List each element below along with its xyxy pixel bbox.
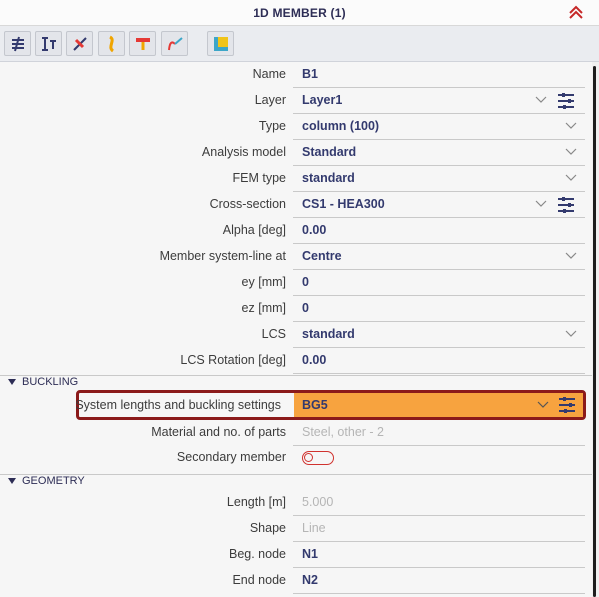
- split-icon: [168, 37, 183, 51]
- panel-title: 1D MEMBER (1): [253, 6, 346, 20]
- property-label: Beg. node: [229, 547, 286, 561]
- curve-button[interactable]: [98, 31, 125, 56]
- fem-type-select[interactable]: standard: [293, 166, 585, 192]
- property-row-shape: Shape Line: [0, 516, 592, 542]
- property-row-end-node: End node N2: [0, 568, 592, 594]
- toggle-switch[interactable]: [302, 451, 334, 465]
- section-buckling[interactable]: BUCKLING: [0, 375, 592, 390]
- lshape-button[interactable]: [207, 31, 234, 56]
- property-label: Cross-section: [209, 197, 286, 211]
- name-field[interactable]: B1: [293, 62, 585, 88]
- property-row-analysis-model: Analysis model Standard: [0, 140, 592, 166]
- options-icon[interactable]: [557, 93, 575, 109]
- layers-icon: [12, 36, 24, 52]
- properties-panel-lower: Material and no. of parts Steel, other -…: [0, 420, 592, 597]
- shape-field: Line: [293, 516, 585, 542]
- load-icon: [136, 38, 150, 50]
- ibeam-icon: [42, 37, 56, 51]
- property-row-alpha: Alpha [deg] 0.00: [0, 218, 592, 244]
- alpha-field[interactable]: 0.00: [293, 218, 585, 244]
- secondary-member-toggle[interactable]: [293, 445, 585, 471]
- hinge-icon: [73, 37, 87, 51]
- cross-section-select[interactable]: CS1 - HEA300: [293, 192, 585, 218]
- property-label: Name: [252, 67, 286, 81]
- end-node-field[interactable]: N2: [293, 568, 585, 594]
- property-label: ey [mm]: [241, 275, 286, 289]
- load-button[interactable]: [129, 31, 156, 56]
- property-label: Member system-line at: [159, 249, 286, 263]
- property-row-material: Material and no. of parts Steel, other -…: [0, 420, 592, 446]
- property-row-lcs: LCS standard: [0, 322, 592, 348]
- property-label: System lengths and buckling settings: [75, 398, 281, 412]
- property-row-ey: ey [mm] 0: [0, 270, 592, 296]
- chevron-down-icon: [537, 401, 549, 408]
- chevron-down-icon: [565, 252, 577, 259]
- property-label: Shape: [249, 521, 286, 535]
- property-label: Alpha [deg]: [222, 223, 286, 237]
- chevron-down-icon: [565, 174, 577, 181]
- lshape-icon: [214, 37, 228, 51]
- property-row-secondary-member: Secondary member: [0, 445, 592, 471]
- chevron-down-icon: [565, 148, 577, 155]
- analysis-model-select[interactable]: Standard: [293, 140, 585, 166]
- property-row-ez: ez [mm] 0: [0, 296, 592, 322]
- property-label: Analysis model: [201, 145, 286, 159]
- ez-field[interactable]: 0: [293, 296, 585, 322]
- chevron-down-icon: [535, 200, 547, 207]
- property-label: End node: [232, 573, 286, 587]
- property-row-cross-section: Cross-section CS1 - HEA300: [0, 192, 592, 218]
- property-row-length: Length [m] 5.000: [0, 490, 592, 516]
- options-icon[interactable]: [557, 197, 575, 213]
- property-label: ez [mm]: [241, 301, 286, 315]
- expand-arrow-icon: [8, 478, 16, 484]
- property-label: Layer: [254, 93, 286, 107]
- property-row-type: Type column (100): [0, 114, 592, 140]
- chevron-down-icon: [565, 330, 577, 337]
- system-line-select[interactable]: Centre: [293, 244, 585, 270]
- curve-icon: [109, 35, 115, 53]
- property-row-lcs-rotation: LCS Rotation [deg] 0.00: [0, 348, 592, 374]
- ey-field[interactable]: 0: [293, 270, 585, 296]
- property-label: FEM type: [232, 171, 287, 185]
- layer-select[interactable]: Layer1: [293, 88, 585, 114]
- material-field: Steel, other - 2: [293, 420, 585, 446]
- chevron-down-icon: [535, 96, 547, 103]
- hinge-button[interactable]: [66, 31, 93, 56]
- buckling-settings-row: BG5 System lengths and buckling settings: [75, 390, 586, 420]
- panel-header: 1D MEMBER (1): [0, 0, 599, 26]
- property-row-name: Name B1: [0, 62, 592, 88]
- property-label: Secondary member: [176, 450, 286, 464]
- property-row-system-line: Member system-line at Centre: [0, 244, 592, 270]
- beg-node-field[interactable]: N1: [293, 542, 585, 568]
- property-row-fem-type: FEM type standard: [0, 166, 592, 192]
- expand-arrow-icon: [8, 379, 16, 385]
- property-row-beg-node: Beg. node N1: [0, 542, 592, 568]
- length-field: 5.000: [293, 490, 585, 516]
- scrollbar-thumb[interactable]: [593, 66, 596, 597]
- options-icon[interactable]: [558, 397, 576, 413]
- property-label: LCS: [261, 327, 286, 341]
- member-properties-button[interactable]: [4, 31, 31, 56]
- toolbar: [0, 26, 599, 62]
- buckling-settings-select[interactable]: BG5: [294, 393, 583, 417]
- lcs-rotation-field[interactable]: 0.00: [293, 348, 585, 374]
- property-label: Length [m]: [226, 495, 286, 509]
- toggle-knob: [304, 453, 313, 462]
- chevron-down-icon: [565, 122, 577, 129]
- property-label: Type: [258, 119, 286, 133]
- property-label: Material and no. of parts: [151, 425, 286, 439]
- ibeam-section-button[interactable]: [35, 31, 62, 56]
- collapse-icon[interactable]: [567, 4, 585, 22]
- lcs-select[interactable]: standard: [293, 322, 585, 348]
- property-row-layer: Layer Layer1: [0, 88, 592, 114]
- split-button[interactable]: [161, 31, 188, 56]
- property-label: LCS Rotation [deg]: [180, 353, 286, 367]
- type-select[interactable]: column (100): [293, 114, 585, 140]
- section-geometry[interactable]: GEOMETRY: [0, 474, 592, 489]
